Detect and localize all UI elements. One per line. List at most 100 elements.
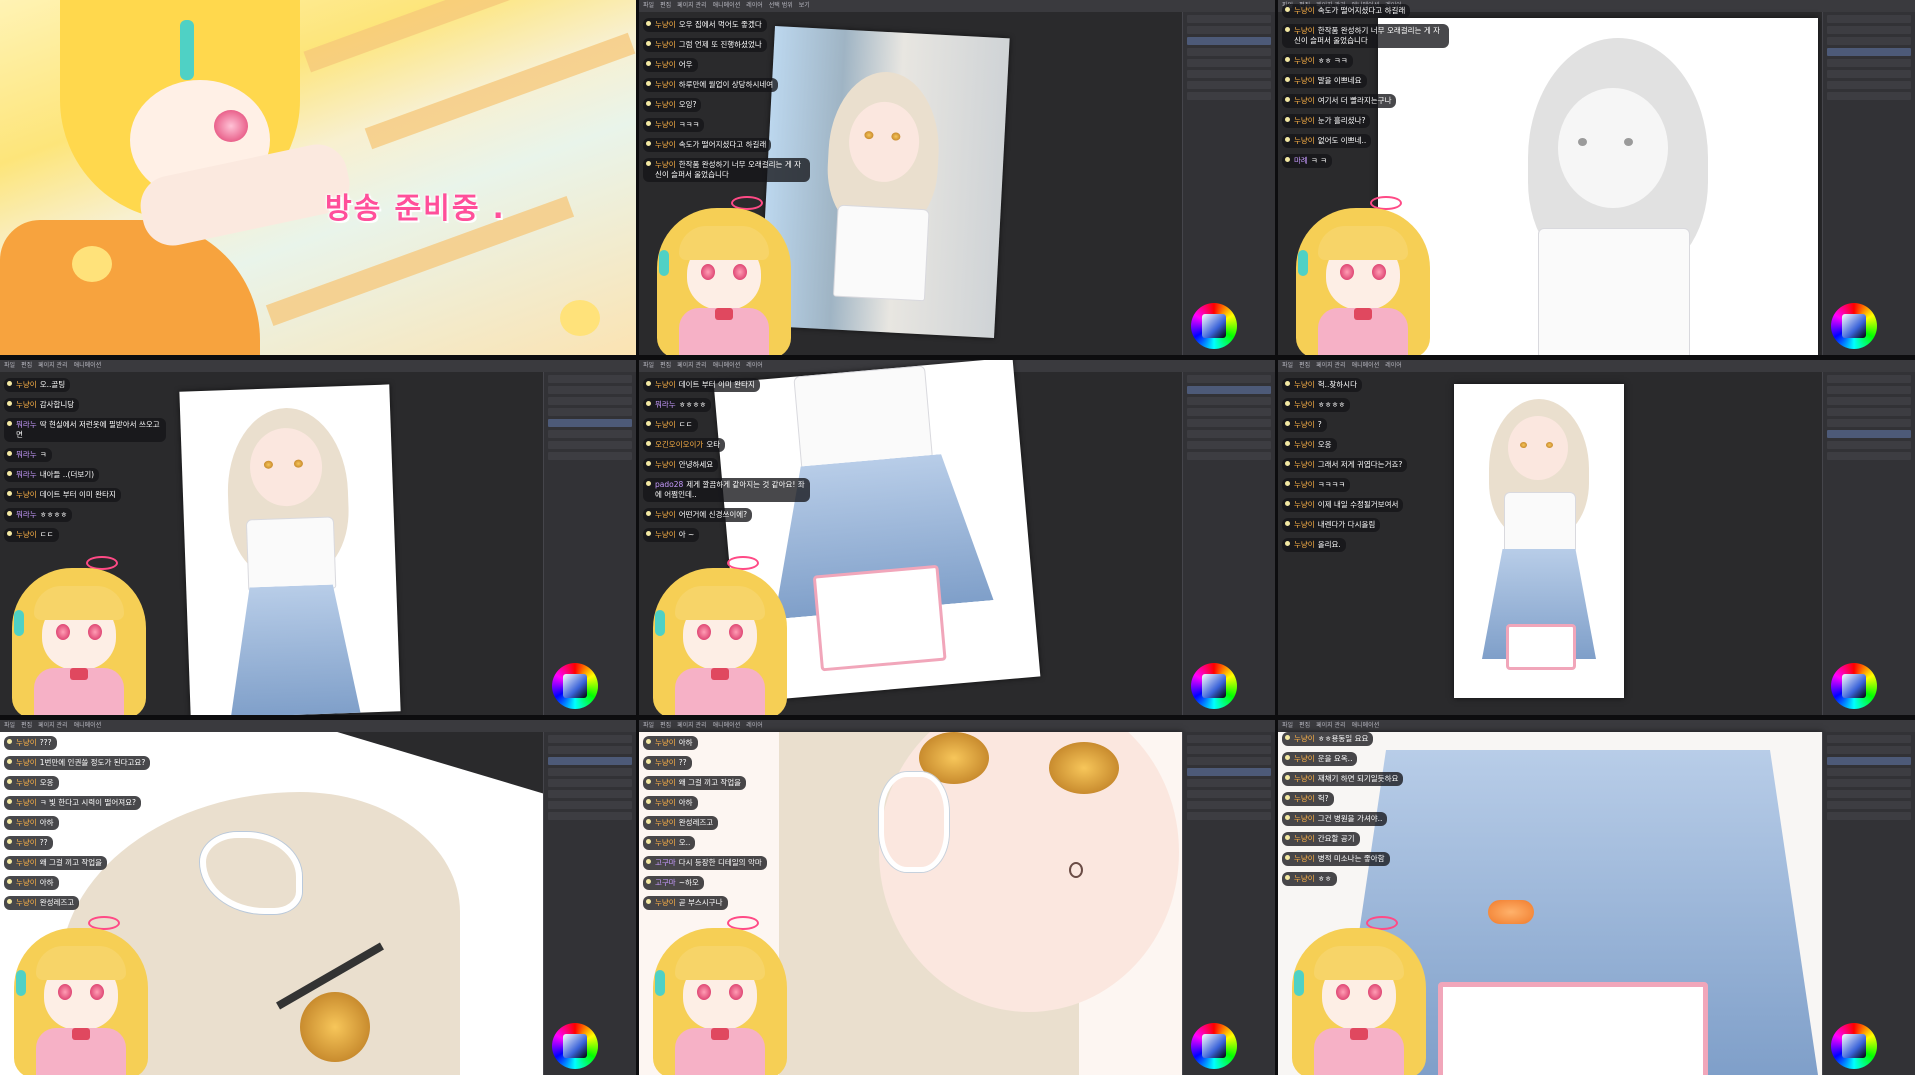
chat-message: 누냥이 아하 [4, 816, 59, 830]
character-eye [1520, 442, 1527, 448]
stream-panel-2: 파일 편집 페이지 관리 애니메이션 레이어 선택 범위 보기 누냥이 오우 집에서 먹어도 … [639, 0, 1275, 355]
pink-white-bag [1438, 982, 1708, 1075]
chat-message: 누냥이 말을 이쁘네요 [1282, 74, 1367, 88]
character-eye [1624, 138, 1633, 146]
chat-message: 누냥이 재채기 하면 되기일듯하요 [1282, 772, 1404, 786]
white-camisole [1504, 492, 1576, 552]
chat-message: 뭐라누 딱 현실에서 저런옷에 필받아서 쓰오고면 [4, 418, 166, 442]
character-eye [1546, 442, 1553, 448]
color-wheel[interactable] [552, 1023, 598, 1069]
right-tool-panel [543, 732, 636, 1075]
color-wheel[interactable] [1191, 303, 1237, 349]
character-mouth [1069, 862, 1083, 878]
right-tool-panel [1822, 12, 1915, 355]
chat-overlay: 누냥이 헉..찾하시다 누냥이 ㅎㅎㅎㅎ 누냥이? 누냥이 오옹 누냥이 그래서 저게 … [1282, 378, 1472, 558]
chat-message: 누냥이 그럼 언제 또 진행하셨었나 [643, 38, 767, 52]
chat-message: 누냥이 완성레즈고 [4, 896, 80, 910]
chat-message: 누냥이 오잉? [643, 98, 702, 112]
stream-panel-7: 파일 편집 페이지 관리 애니메이션 누냥이??? 누냥이 1번만에 인권쓸 정도가 된… [0, 720, 636, 1075]
chat-message: 누냥이 한작품 완성하기 너무 오래걸리는 게 자신이 슬퍼서 울었습니다 [643, 158, 810, 182]
chat-message: 누냥이?? [4, 836, 53, 850]
chat-message: 누냥이 아 ~ [643, 528, 700, 542]
stream-panel-3: 파일편집페이지 관리애니메이션레이어 누냥이속도가 떨어지셨다고 하길래 누냥이… [1278, 0, 1915, 355]
teal-hair-streak [180, 20, 194, 80]
color-wheel[interactable] [1191, 1023, 1237, 1069]
chat-message: 누냥이 간요할 공기 [1282, 832, 1360, 846]
vtuber-avatar [645, 910, 795, 1075]
color-wheel[interactable] [1831, 303, 1877, 349]
chat-overlay: 누냥이 ㅎㅎ용동일 요요 누냥이 운을 요옥.. 누냥이 재채기 하면 되기일듯하요 … [1282, 732, 1472, 892]
chat-message: 누냥이 오옹 [1282, 438, 1337, 452]
stream-panel-6: 파일 편집 페이지 관리 애니메이션 레이어 누냥이 헉..찾하시다 누냥이 ㅎㅎㅎㅎ 누냥… [1278, 360, 1915, 715]
pixel-girl-eye [214, 110, 248, 142]
chat-message: 누냥이 오..골팅 [4, 378, 71, 392]
chat-message: 누냥이 ㅋ 빛 한다고 시력이 떨어져요? [4, 796, 142, 810]
chat-message: 누냥이 어우 [643, 58, 698, 72]
vtuber-avatar [645, 550, 795, 715]
chat-message: 누냥이 오우 집에서 먹어도 좋겠다 [643, 18, 767, 32]
chat-overlay: 누냥이 데이트 부터 이미 완타지 뭐라누 ㅎㅎㅎㅎ 누냥이 ㄷㄷ 오긴오이오이가 오타… [643, 378, 833, 548]
chat-message: 누냥이?? [643, 756, 692, 770]
right-tool-panel [1182, 732, 1275, 1075]
chat-message: 누냥이 이제 내일 수정될거보여서 [1282, 498, 1404, 512]
character-face [1558, 88, 1668, 208]
chat-message: 누냥이? [1282, 418, 1327, 432]
color-wheel[interactable] [1831, 1023, 1877, 1069]
chat-message: 누냥이 완성레즈고 [643, 816, 719, 830]
chat-message: 누냥이 속도가 떨어지셨다고 하길래 [1282, 4, 1411, 18]
chat-message: 누냥이 아하 [643, 796, 698, 810]
chat-overlay: 누냥이 오..골팅 누냥이 감사합니당 뭐라누 딱 현실에서 저런옷에 필받아서 쓰오… [4, 378, 194, 548]
chat-message: 누냥이 ㅋㅋㅋㅋ [1282, 478, 1351, 492]
color-wheel[interactable] [552, 663, 598, 709]
chat-message: 누냥이 곧 부스시구나 [643, 896, 728, 910]
chat-message: 뭐라누 ㅎㅎㅎㅎ [643, 398, 712, 412]
vtuber-avatar [1284, 910, 1434, 1075]
white-camisole [1538, 228, 1690, 355]
chat-message: 누냥이 없어도 이쁘네.. [1282, 134, 1372, 148]
blue-skirt [226, 584, 360, 715]
chat-overlay: 누냥이 아하 누냥이?? 누냥이 왜 그걸 끼고 작업을 누냥이 아하 누냥이 완성레즈… [643, 736, 833, 916]
chat-message: 누냥이 데이트 부터 이미 완타지 [643, 378, 760, 392]
color-wheel[interactable] [1191, 663, 1237, 709]
chat-message: 뭐라누 ㅋ [4, 448, 52, 462]
white-camisole [245, 516, 337, 592]
chat-message: 누냥이 운을 요옥.. [1282, 752, 1358, 766]
chat-message: 누냥이 오옹 [4, 776, 59, 790]
chat-message: 누냥이 ㅎㅎ용동일 요요 [1282, 732, 1374, 746]
chat-message: 누냥이 ㅋㅋㅋ [643, 118, 705, 132]
pink-white-bag [812, 564, 947, 672]
color-wheel[interactable] [1831, 663, 1877, 709]
chat-message: 누냥이 ㅎㅎ ㅋㅋ [1282, 54, 1353, 68]
chat-message: 누냥이 ㅎㅎ [1282, 872, 1337, 886]
chat-message: 뭐라누 ㅎㅎㅎㅎ [4, 508, 73, 522]
chat-message: 누냥이 하루만에 월업이 상당하시네여 [643, 78, 779, 92]
chat-message: 누냥이 내렌다가 다시올림 [1282, 518, 1381, 532]
stream-panel-4: 파일 편집 페이지 관리 애니메이션 누냥이 오..골팅 누냥이 감사합니당 뭐라누 딱 현… [0, 360, 636, 715]
chat-message: 고구마 ~하오 [643, 876, 704, 890]
white-camisole [832, 204, 930, 302]
pink-white-bag [1506, 624, 1576, 670]
chat-message: 누냥이 왜 그걸 끼고 작업을 [643, 776, 747, 790]
vtuber-avatar [649, 190, 799, 355]
illustration-canvas[interactable] [179, 384, 401, 715]
stream-panel-8: 파일 편집 페이지 관리 애니메이션 레이어 누냥이 아하 누냥이?? 누냥이 왜 그걸 끼… [639, 720, 1275, 1075]
orange-scrunchie [1488, 900, 1534, 924]
right-tool-panel [1822, 732, 1915, 1075]
chat-message: 누냥이 한작품 완성하기 너무 오래걸리는 게 자신이 슬퍼서 울었습니다 [1282, 24, 1449, 48]
chat-message: 누냥이 올리요. [1282, 538, 1346, 552]
stream-panel-5: 파일 편집 페이지 관리 애니메이션 레이어 누냥이 데이트 부터 이미 완타지 뭐라누 ㅎ… [639, 360, 1275, 715]
chat-message: 누냥이 ㄷㄷ [643, 418, 698, 432]
character-eye [1578, 138, 1587, 146]
chat-message: 누냥이 눈가 흘리셨나? [1282, 114, 1371, 128]
chick-icon [560, 300, 600, 336]
chat-message: 누냥이 헉? [1282, 792, 1334, 806]
chat-message: 누냥이 여기서 더 빨라지는구나 [1282, 94, 1397, 108]
chat-message: 누냥이 속도가 떨어지셨다고 하길래 [643, 138, 772, 152]
chat-message: 오긴오이오이가 오타 [643, 438, 726, 452]
white-ribbon [879, 772, 949, 872]
chat-message: 누냥이 그래서 저게 귀엽다는거죠? [1282, 458, 1408, 472]
stream-panel-9: 파일 편집 페이지 관리 애니메이션 누냥이 ㅎㅎ용동일 요요 누냥이 운을 요옥.. 누… [1278, 720, 1915, 1075]
vtuber-avatar [1288, 190, 1438, 355]
illustration-canvas[interactable] [1454, 384, 1624, 698]
right-tool-panel [1822, 372, 1915, 715]
